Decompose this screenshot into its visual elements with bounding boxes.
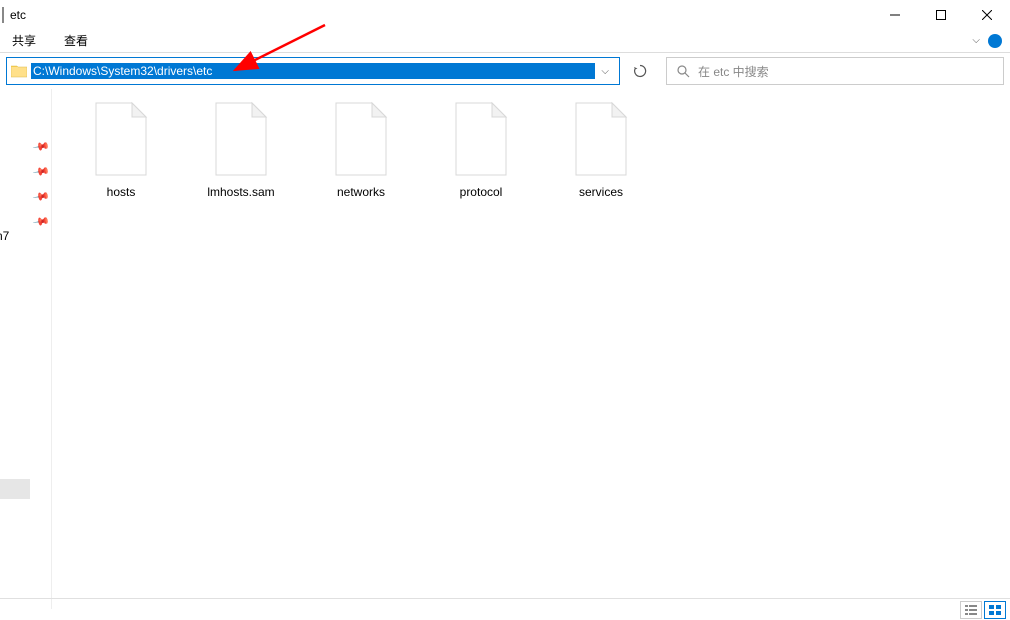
content-row: 📌 📌 📌 📌 n7 hosts lmhosts.sam n: [0, 89, 1010, 609]
address-row: C:\Windows\System32\drivers\etc ⌵ 在 etc …: [0, 53, 1010, 89]
sidebar-selection: [0, 479, 30, 499]
ribbon-tab-view[interactable]: 查看: [64, 32, 88, 49]
refresh-button[interactable]: [626, 57, 654, 85]
file-item[interactable]: lmhosts.sam: [202, 101, 280, 609]
statusbar: [0, 598, 1010, 620]
close-button[interactable]: [964, 0, 1010, 29]
ribbon-tab-share[interactable]: 共享: [12, 32, 36, 49]
ribbon-right: ⌵: [972, 34, 1002, 48]
address-path[interactable]: C:\Windows\System32\drivers\etc: [31, 63, 595, 79]
address-bar[interactable]: C:\Windows\System32\drivers\etc ⌵: [6, 57, 620, 85]
ribbon: 共享 查看 ⌵: [0, 29, 1010, 53]
window-title: etc: [10, 8, 26, 22]
file-icon: [212, 101, 270, 177]
title-divider: [2, 7, 4, 23]
search-box[interactable]: 在 etc 中搜索: [666, 57, 1004, 85]
expand-ribbon-button[interactable]: ⌵: [972, 35, 980, 46]
pin-icon: 📌: [32, 187, 53, 207]
maximize-button[interactable]: [918, 0, 964, 29]
titlebar: etc: [0, 0, 1010, 29]
view-details-button[interactable]: [960, 601, 982, 619]
pin-icon: 📌: [32, 137, 53, 157]
file-label: lmhosts.sam: [207, 185, 274, 199]
file-icon: [452, 101, 510, 177]
window-buttons: [872, 0, 1010, 29]
sidebar-item-partial[interactable]: n7: [0, 229, 9, 243]
address-history-dropdown[interactable]: ⌵: [595, 66, 615, 77]
titlebar-left: etc: [2, 7, 26, 23]
file-item[interactable]: hosts: [82, 101, 160, 609]
search-icon: [677, 65, 690, 78]
file-icon: [572, 101, 630, 177]
ribbon-tabs: 共享 查看: [12, 32, 88, 49]
file-item[interactable]: protocol: [442, 101, 520, 609]
pin-icon: 📌: [32, 212, 53, 232]
file-label: networks: [337, 185, 385, 199]
file-pane[interactable]: hosts lmhosts.sam networks protocol: [52, 89, 1010, 609]
file-label: services: [579, 185, 623, 199]
view-large-icons-button[interactable]: [984, 601, 1006, 619]
search-placeholder: 在 etc 中搜索: [698, 63, 769, 80]
file-icon: [92, 101, 150, 177]
file-label: protocol: [460, 185, 503, 199]
help-icon[interactable]: [988, 34, 1002, 48]
file-label: hosts: [107, 185, 136, 199]
refresh-icon: [633, 64, 647, 78]
file-item[interactable]: networks: [322, 101, 400, 609]
minimize-button[interactable]: [872, 0, 918, 29]
file-item[interactable]: services: [562, 101, 640, 609]
file-icon: [332, 101, 390, 177]
folder-icon: [11, 64, 27, 78]
nav-sidebar[interactable]: 📌 📌 📌 📌 n7: [0, 89, 52, 609]
pin-icon: 📌: [32, 162, 53, 182]
